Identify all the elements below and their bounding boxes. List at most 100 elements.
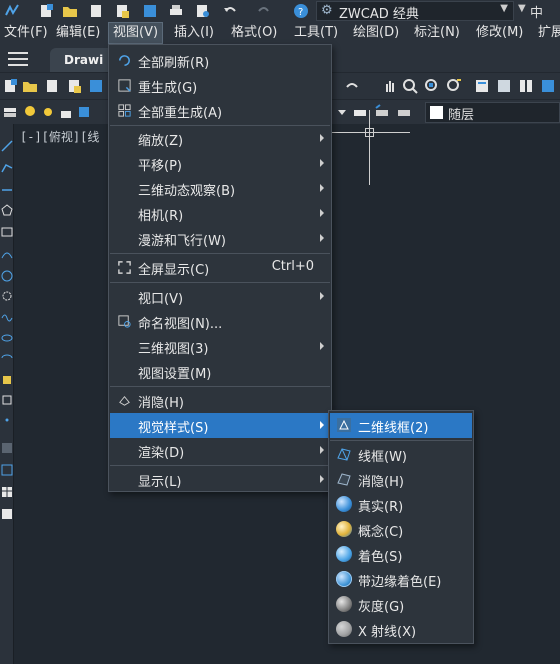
viewport-label[interactable]: [-][俯视][线 [20,128,99,145]
open-folder-icon[interactable] [62,3,78,19]
menu-item-pan[interactable]: 平移(P) [110,151,330,176]
menu-item-display[interactable]: 显示(L) [110,467,330,492]
open-icon[interactable] [22,78,38,94]
menu-format[interactable]: 格式(O) [227,22,281,44]
layer-previous-icon[interactable] [374,104,390,120]
tool-palettes-icon[interactable] [518,78,534,94]
properties-icon[interactable] [474,78,490,94]
spline-tool-icon[interactable] [1,312,13,324]
menu-insert[interactable]: 插入(I) [170,22,218,44]
menu-item-hide[interactable]: 消隐(H) [110,388,330,413]
layer-state-icon[interactable] [396,104,412,120]
menu-item-zoom[interactable]: 缩放(Z) [110,126,330,151]
redo-toolbar-icon[interactable] [344,78,360,94]
undo-icon[interactable] [222,3,238,19]
menu-item-label: 相机(R) [138,209,184,224]
new-file-icon[interactable] [38,3,54,19]
title-bar: ? ⚙ ZWCAD 经典 ▼ ▼ 中 [0,0,560,22]
layer-dropdown-arrow-icon[interactable] [334,104,350,120]
arc-tool-icon[interactable] [1,248,13,260]
hamburger-menu-icon[interactable] [8,52,28,66]
mtext-tool-icon[interactable] [1,508,13,520]
sun-freeze-icon[interactable] [40,104,56,120]
submenu-item-wireframe[interactable]: 线框(W) [330,442,472,467]
polygon-tool-icon[interactable] [1,204,13,216]
make-current-icon[interactable] [352,104,368,120]
publish-icon[interactable] [142,3,158,19]
pan-hand-icon[interactable] [382,78,398,94]
region-tool-icon[interactable] [1,464,13,476]
menu-item-walk-fly[interactable]: 漫游和飞行(W) [110,226,330,251]
menu-item-label: 平移(P) [138,159,182,174]
insert-block-icon[interactable] [1,374,13,386]
menu-edit[interactable]: 编辑(E) [52,22,104,44]
ellipse-tool-icon[interactable] [1,332,13,344]
submenu-item-xray[interactable]: X 射线(X) [330,617,472,642]
submenu-item-shaded-edges[interactable]: 带边缘着色(E) [330,567,472,592]
menu-item-visual-styles[interactable]: 视觉样式(S) [110,413,330,438]
bulb-on-icon[interactable] [22,104,38,120]
menu-item-regen-all[interactable]: 全部重生成(A) [110,98,330,123]
menu-extend[interactable]: 扩展 [534,22,560,44]
submenu-arrow-icon [320,209,324,217]
submenu-item-hidden[interactable]: 消隐(H) [330,467,472,492]
menu-item-fullscreen[interactable]: 全屏显示(C) Ctrl+0 [110,255,330,280]
save-as-icon[interactable] [114,3,130,19]
layer-color-icon[interactable] [76,104,92,120]
menu-dimension[interactable]: 标注(N) [410,22,464,44]
zoom-previous-icon[interactable] [446,78,462,94]
hatch-tool-icon[interactable] [1,442,13,454]
print-preview-icon[interactable] [195,3,211,19]
menu-item-label: 重生成(G) [138,81,198,96]
submenu-item-realistic[interactable]: 真实(R) [330,492,472,517]
menu-file[interactable]: 文件(F) [0,22,52,44]
make-block-icon[interactable] [1,394,13,406]
design-center-icon[interactable] [496,78,512,94]
menu-bar: 文件(F) 编辑(E) 视图(V) 插入(I) 格式(O) 工具(T) 绘图(D… [0,22,560,44]
revcloud-tool-icon[interactable] [1,290,13,302]
layer-manager-icon[interactable] [2,104,18,120]
save-toolbar-icon[interactable] [44,78,60,94]
zoom-window-icon[interactable] [424,78,440,94]
menu-item-regen-all-refresh[interactable]: 全部刷新(R) [110,48,330,73]
submenu-item-shaded[interactable]: 着色(S) [330,542,472,567]
sheet-set-icon[interactable] [540,78,556,94]
save-icon[interactable] [88,3,104,19]
submenu-item-conceptual[interactable]: 概念(C) [330,517,472,542]
color-dropdown[interactable]: 随层 [425,102,560,123]
point-tool-icon[interactable] [1,414,13,426]
redo-icon[interactable] [256,3,272,19]
circle-tool-icon[interactable] [1,270,13,282]
menu-item-camera[interactable]: 相机(R) [110,201,330,226]
menu-tools[interactable]: 工具(T) [290,22,342,44]
menu-item-named-views[interactable]: 命名视图(N)... [110,309,330,334]
ellipse-arc-tool-icon[interactable] [1,352,13,364]
submenu-arrow-icon [320,159,324,167]
language-indicator[interactable]: ▼ 中 [518,2,543,21]
help-icon[interactable]: ? [293,3,309,19]
zoom-realtime-icon[interactable] [402,78,418,94]
rectangle-tool-icon[interactable] [1,226,13,238]
menu-item-3d-views[interactable]: 三维视图(3) [110,334,330,359]
menu-modify[interactable]: 修改(M) [472,22,527,44]
menu-item-render[interactable]: 渲染(D) [110,438,330,463]
table-tool-icon[interactable] [1,486,13,498]
workspace-dropdown[interactable]: ⚙ ZWCAD 经典 ▼ [316,1,514,22]
lock-icon[interactable] [58,104,74,120]
menu-draw[interactable]: 绘图(D) [349,22,403,44]
save-as-toolbar-icon[interactable] [66,78,82,94]
line-tool-icon[interactable] [1,140,13,152]
menu-view[interactable]: 视图(V) [108,22,164,44]
submenu-item-grayscale[interactable]: 灰度(G) [330,592,472,617]
polyline-tool-icon[interactable] [1,162,13,174]
plot-icon[interactable] [88,78,104,94]
menu-item-view-settings[interactable]: 视图设置(M) [110,359,330,384]
menu-item-regen[interactable]: 重生成(G) [110,73,330,98]
new-icon[interactable] [2,78,18,94]
construction-line-icon[interactable] [1,184,13,196]
submenu-item-2d-wireframe[interactable]: 二维线框(2) [330,413,472,438]
menu-item-viewports[interactable]: 视口(V) [110,284,330,309]
print-icon[interactable] [168,3,184,19]
grayscale-icon [336,596,352,612]
menu-item-3d-orbit[interactable]: 三维动态观察(B) [110,176,330,201]
